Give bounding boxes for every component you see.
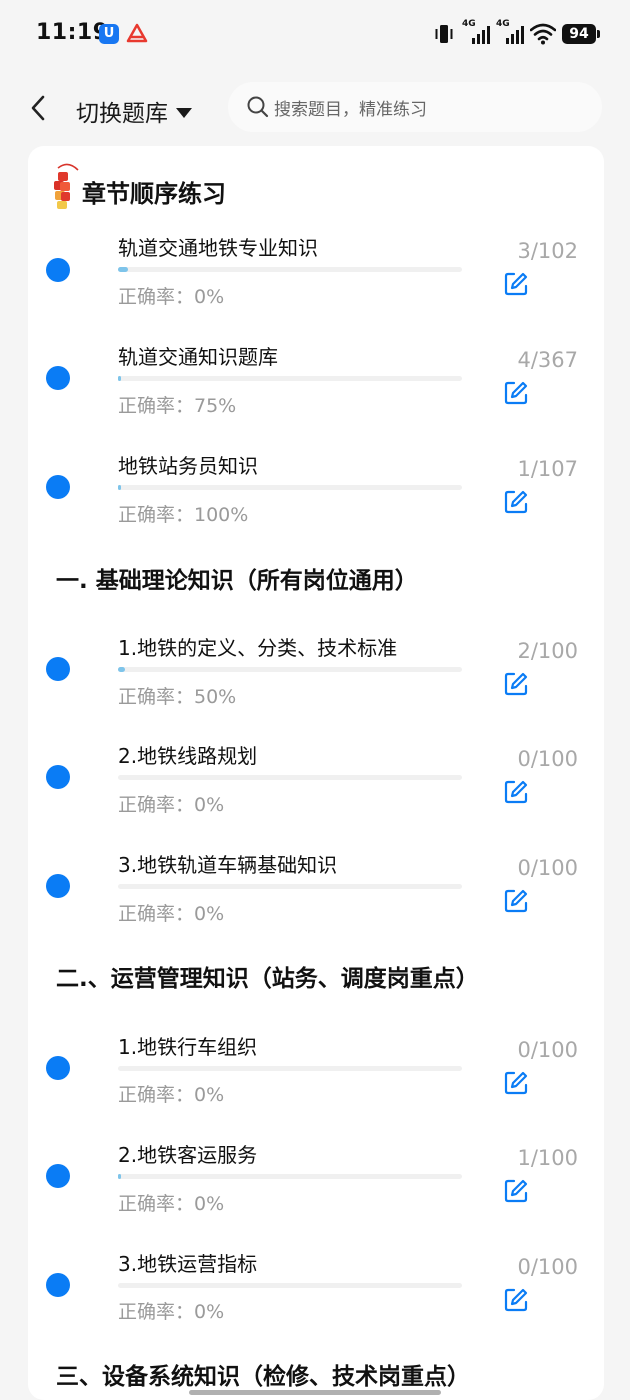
chevron-left-icon[interactable] xyxy=(26,94,52,122)
app-notification-icon: U xyxy=(99,24,119,44)
edit-icon[interactable] xyxy=(503,779,529,805)
signal-icon-2: 4G xyxy=(496,19,524,46)
status-dot xyxy=(46,765,70,789)
question-count: 0/100 xyxy=(517,856,578,880)
edit-icon[interactable] xyxy=(503,489,529,515)
progress-fill xyxy=(118,667,125,672)
question-count: 0/100 xyxy=(517,1255,578,1279)
progress-bar xyxy=(118,376,462,381)
progress-bar xyxy=(118,485,462,490)
question-count: 0/100 xyxy=(517,1038,578,1062)
item-title: 3.地铁运营指标 xyxy=(118,1252,258,1276)
edit-icon[interactable] xyxy=(503,1287,529,1313)
edit-icon[interactable] xyxy=(503,888,529,914)
section-title-sequential-practice: 章节顺序练习 xyxy=(82,180,226,208)
item-title: 3.地铁轨道车辆基础知识 xyxy=(118,853,338,877)
accuracy-rate: 正确率：0% xyxy=(118,1301,225,1323)
progress-bar xyxy=(118,667,462,672)
vibrate-icon xyxy=(435,25,453,43)
edit-icon[interactable] xyxy=(503,380,529,406)
status-dot xyxy=(46,1056,70,1080)
question-count: 3/102 xyxy=(517,239,578,263)
edit-icon[interactable] xyxy=(503,671,529,697)
status-dot xyxy=(46,1164,70,1188)
accuracy-rate: 正确率：0% xyxy=(118,1193,225,1215)
wifi-icon xyxy=(530,23,556,45)
question-count: 1/100 xyxy=(517,1146,578,1170)
accuracy-rate: 正确率：0% xyxy=(118,903,225,925)
progress-fill xyxy=(118,376,122,381)
progress-fill xyxy=(118,485,122,490)
accuracy-rate: 正确率：50% xyxy=(118,686,237,708)
progress-fill xyxy=(118,267,129,272)
switch-question-bank-button[interactable]: 切换题库 xyxy=(76,94,192,128)
progress-bar xyxy=(118,1283,462,1288)
accuracy-rate: 正确率：0% xyxy=(118,794,225,816)
caret-down-icon xyxy=(176,107,192,118)
search-input[interactable]: 搜索题目，精准练习 xyxy=(228,82,602,132)
item-title: 轨道交通知识题库 xyxy=(118,345,278,369)
question-count: 2/100 xyxy=(517,639,578,663)
switch-question-bank-label: 切换题库 xyxy=(76,101,168,127)
status-dot xyxy=(46,657,70,681)
battery-indicator: 94 xyxy=(562,24,600,44)
accuracy-rate: 正确率：0% xyxy=(118,286,225,308)
status-dot xyxy=(46,874,70,898)
item-title: 2.地铁线路规划 xyxy=(118,744,258,768)
status-dot xyxy=(46,366,70,390)
search-icon xyxy=(247,96,269,118)
search-placeholder: 搜索题目，精准练习 xyxy=(274,100,427,120)
accuracy-rate: 正确率：100% xyxy=(118,504,249,526)
status-dot xyxy=(46,1273,70,1297)
status-dot xyxy=(46,258,70,282)
item-title: 1.地铁的定义、分类、技术标准 xyxy=(118,636,398,660)
progress-bar xyxy=(118,1174,462,1179)
progress-bar xyxy=(118,1066,462,1071)
firecracker-icon xyxy=(54,163,79,209)
chapter-list-card xyxy=(28,146,604,1400)
item-title: 地铁站务员知识 xyxy=(118,454,258,478)
item-title: 2.地铁客运服务 xyxy=(118,1143,258,1167)
item-title: 1.地铁行车组织 xyxy=(118,1035,258,1059)
question-count: 1/107 xyxy=(517,457,578,481)
edit-icon[interactable] xyxy=(503,1070,529,1096)
progress-bar xyxy=(118,775,462,780)
edit-icon[interactable] xyxy=(503,1178,529,1204)
item-title: 轨道交通地铁专业知识 xyxy=(118,236,318,260)
question-count: 4/367 xyxy=(517,348,578,372)
signal-icon: 4G xyxy=(462,19,490,46)
home-indicator[interactable] xyxy=(189,1390,441,1395)
status-bar: 11:19 U 4G 4G 94 xyxy=(0,0,630,70)
progress-bar xyxy=(118,884,462,889)
status-time: 11:19 xyxy=(36,20,109,45)
app-notification-icon-2 xyxy=(126,23,148,43)
accuracy-rate: 正确率：75% xyxy=(118,395,237,417)
progress-bar xyxy=(118,267,462,272)
section-heading-equipment: 三、设备系统知识（检修、技术岗重点） xyxy=(56,1357,472,1396)
question-count: 0/100 xyxy=(517,747,578,771)
accuracy-rate: 正确率：0% xyxy=(118,1084,225,1106)
status-dot xyxy=(46,475,70,499)
edit-icon[interactable] xyxy=(503,271,529,297)
progress-fill xyxy=(118,1174,122,1179)
section-heading-basic-theory: 一. 基础理论知识（所有岗位通用） xyxy=(56,561,420,600)
top-header: 切换题库 搜索题目，精准练习 xyxy=(0,72,630,144)
section-heading-operations: 二.、运营管理知识（站务、调度岗重点） xyxy=(56,959,481,998)
